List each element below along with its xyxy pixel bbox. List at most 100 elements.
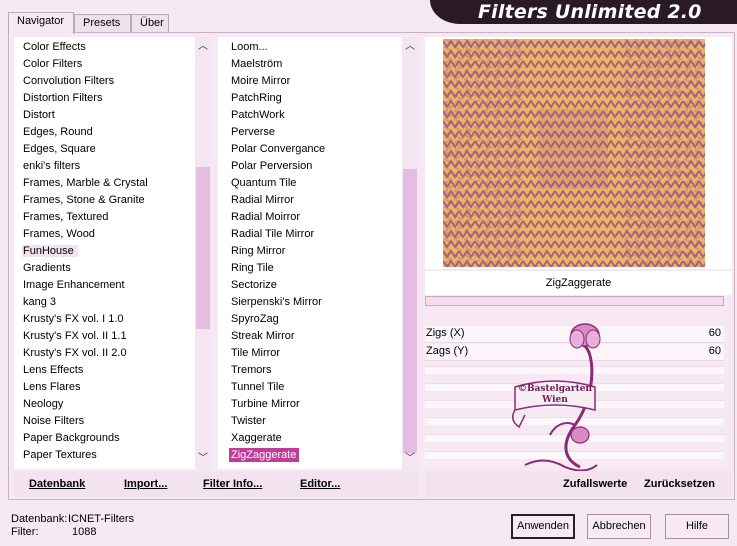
list-item[interactable]: Xaggerate (218, 430, 402, 447)
filter-list[interactable]: Loom... Maelström Moire Mirror PatchRing Pat… (218, 37, 418, 469)
list-item[interactable]: Streak Mirror (218, 328, 402, 345)
list-item[interactable]: Frames, Wood (14, 226, 195, 243)
list-item-label: Frames, Stone & Granite (23, 194, 145, 206)
list-item[interactable]: Krusty's FX vol. II 2.0 (14, 345, 195, 362)
tab-presets[interactable]: Presets (74, 14, 131, 33)
list-item[interactable]: Krusty's FX vol. I 1.0 (14, 311, 195, 328)
list-item-label: kang 3 (23, 296, 57, 308)
list-item-label: Radial Moirror (231, 211, 301, 223)
list-item-label: Perverse (231, 126, 276, 138)
filter-scroll-thumb[interactable] (403, 169, 417, 453)
list-item[interactable]: PatchRing (218, 90, 402, 107)
scroll-down-arrow-icon[interactable]: ﹀ (402, 451, 418, 467)
list-item[interactable]: Gradients (14, 260, 195, 277)
filter-info-button[interactable]: Filter Info... (203, 478, 262, 490)
status-filter-label: Filter: (11, 526, 39, 538)
list-item[interactable]: Radial Mirror (218, 192, 402, 209)
tab-navigator[interactable]: Navigator (8, 12, 74, 34)
watermark-stamp: ©Bastelgarten Wien (505, 315, 605, 475)
list-item[interactable]: Convolution Filters (14, 73, 195, 90)
list-item[interactable]: kang 3 (14, 294, 195, 311)
list-item[interactable]: SpyroZag (218, 311, 402, 328)
list-item[interactable]: enki's filters (14, 158, 195, 175)
list-item[interactable]: Ring Mirror (218, 243, 402, 260)
list-item[interactable]: Sierpenski's Mirror (218, 294, 402, 311)
list-item[interactable]: Maelström (218, 56, 402, 73)
list-item[interactable]: Moire Mirror (218, 73, 402, 90)
list-item[interactable]: Ring Tile (218, 260, 402, 277)
list-item[interactable]: Lens Flares (14, 379, 195, 396)
list-item[interactable]: Tremors (218, 362, 402, 379)
zigzag-pattern-image (443, 39, 705, 267)
list-item[interactable]: Sectorize (218, 277, 402, 294)
list-item-label: ZigZaggerate (229, 448, 300, 462)
category-list[interactable]: Color Effects Color Filters Convolution Fi… (14, 37, 211, 469)
list-item-label: Edges, Square (23, 143, 96, 155)
list-item-label: Sectorize (231, 279, 277, 291)
category-scroll-thumb[interactable] (196, 167, 210, 329)
list-item[interactable]: Frames, Stone & Granite (14, 192, 195, 209)
list-item[interactable]: Color Filters (14, 56, 195, 73)
list-item[interactable]: PatchWork (218, 107, 402, 124)
list-item[interactable]: Distortion Filters (14, 90, 195, 107)
watermark-line-1: ©Bastelgarten (517, 384, 593, 394)
list-item[interactable]: Neology (14, 396, 195, 413)
list-item[interactable]: Lens Effects (14, 362, 195, 379)
list-item-label: enki's filters (23, 160, 81, 172)
randomize-button[interactable]: Zufallswerte (563, 478, 627, 490)
list-item[interactable]: Quantum Tile (218, 175, 402, 192)
scroll-up-arrow-icon[interactable]: ︿ (402, 39, 418, 55)
list-item-label: Turbine Mirror (231, 398, 300, 410)
list-item[interactable]: Twister (218, 413, 402, 430)
filter-scrollbar[interactable]: ︿ ﹀ (402, 37, 418, 469)
apply-button[interactable]: Anwenden (511, 514, 575, 539)
filter-name-display: ZigZaggerate (425, 271, 732, 295)
scroll-down-arrow-icon[interactable]: ﹀ (195, 451, 211, 467)
list-item[interactable]: Edges, Square (14, 141, 195, 158)
status-database-value: ICNET-Filters (68, 513, 134, 525)
category-scrollbar[interactable]: ︿ ﹀ (195, 37, 211, 469)
editor-button[interactable]: Editor... (300, 478, 340, 490)
editor-button-label: Editor... (300, 478, 341, 490)
scroll-up-arrow-icon[interactable]: ︿ (195, 39, 211, 55)
tab-presets-label: Presets (83, 17, 121, 29)
tab-ueber[interactable]: Über (131, 14, 169, 33)
cancel-button[interactable]: Abbrechen (587, 514, 651, 539)
list-item[interactable]: Color Effects (14, 39, 195, 56)
list-item-label: Ring Mirror (231, 245, 286, 257)
list-item[interactable]: Turbine Mirror (218, 396, 402, 413)
list-item[interactable]: Frames, Marble & Crystal (14, 175, 195, 192)
import-button-label: Import... (124, 478, 168, 490)
parameter-value: 60 (708, 327, 721, 339)
list-item[interactable]: Loom... (218, 39, 402, 56)
list-item[interactable]: ZigZaggerate (218, 447, 402, 464)
list-item-label: SpyroZag (231, 313, 279, 325)
list-item[interactable]: Radial Tile Mirror (218, 226, 402, 243)
tab-ueber-label: Über (140, 17, 164, 29)
list-item-label: Radial Mirror (231, 194, 294, 206)
list-item[interactable]: Edges, Round (14, 124, 195, 141)
list-item-label: Edges, Round (23, 126, 93, 138)
list-item[interactable]: Polar Perversion (218, 158, 402, 175)
list-item[interactable]: Paper Backgrounds (14, 430, 195, 447)
import-button[interactable]: Import... (124, 478, 167, 490)
list-item-label: Quantum Tile (231, 177, 297, 189)
filter-progress-bar (425, 296, 724, 306)
list-item[interactable]: Paper Textures (14, 447, 195, 464)
list-item[interactable]: Tunnel Tile (218, 379, 402, 396)
list-item[interactable]: Polar Convergance (218, 141, 402, 158)
list-item[interactable]: Radial Moirror (218, 209, 402, 226)
list-item[interactable]: Noise Filters (14, 413, 195, 430)
filter-info-button-label: Filter Info... (203, 478, 263, 490)
list-item[interactable]: FunHouse (14, 243, 195, 260)
reset-button[interactable]: Zurücksetzen (644, 478, 715, 490)
help-button[interactable]: Hilfe (665, 514, 729, 539)
database-button[interactable]: Datenbank (29, 478, 85, 490)
list-item[interactable]: Perverse (218, 124, 402, 141)
list-item[interactable]: Frames, Textured (14, 209, 195, 226)
list-item[interactable]: Distort (14, 107, 195, 124)
list-item[interactable]: Krusty's FX vol. II 1.1 (14, 328, 195, 345)
filter-list-items: Loom... Maelström Moire Mirror PatchRing Pat… (218, 39, 402, 464)
list-item[interactable]: Image Enhancement (14, 277, 195, 294)
list-item[interactable]: Tile Mirror (218, 345, 402, 362)
